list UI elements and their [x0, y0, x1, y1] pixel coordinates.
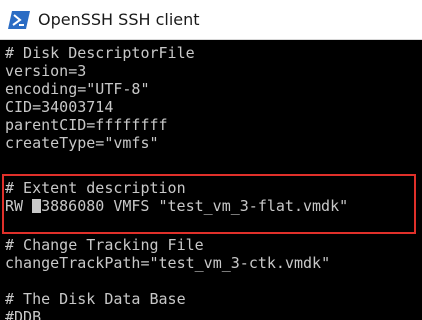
terminal-output[interactable]: # Disk DescriptorFile version=3 encoding…	[0, 40, 422, 320]
terminal-line: parentCID=ffffffff	[5, 116, 168, 134]
terminal-line: # The Disk Data Base	[5, 290, 186, 308]
terminal-line: # Extent description	[5, 179, 186, 197]
terminal-line: # Change Tracking File	[5, 236, 204, 254]
terminal-line: encoding="UTF-8"	[5, 80, 150, 98]
terminal-line: # Disk DescriptorFile	[5, 44, 195, 62]
terminal-line: #DDB	[5, 308, 42, 320]
terminal-line: changeTrackPath="test_vm_3-ctk.vmdk"	[5, 254, 331, 272]
terminal-line: version=3	[5, 62, 87, 80]
extent-line: RW 3886080 VMFS "test_vm_3-flat.vmdk"	[5, 197, 348, 215]
window-title: OpenSSH SSH client	[38, 10, 200, 29]
extent-rest: 3886080 VMFS "test_vm_3-flat.vmdk"	[41, 197, 349, 215]
extent-prefix: RW	[5, 197, 33, 215]
terminal-line: createType="vmfs"	[5, 134, 159, 152]
text-cursor	[32, 199, 42, 213]
powershell-icon	[8, 10, 30, 29]
title-bar: OpenSSH SSH client	[0, 0, 422, 40]
ssh-client-window: OpenSSH SSH client # Disk DescriptorFile…	[0, 0, 422, 320]
terminal-line: CID=34003714	[5, 98, 114, 116]
